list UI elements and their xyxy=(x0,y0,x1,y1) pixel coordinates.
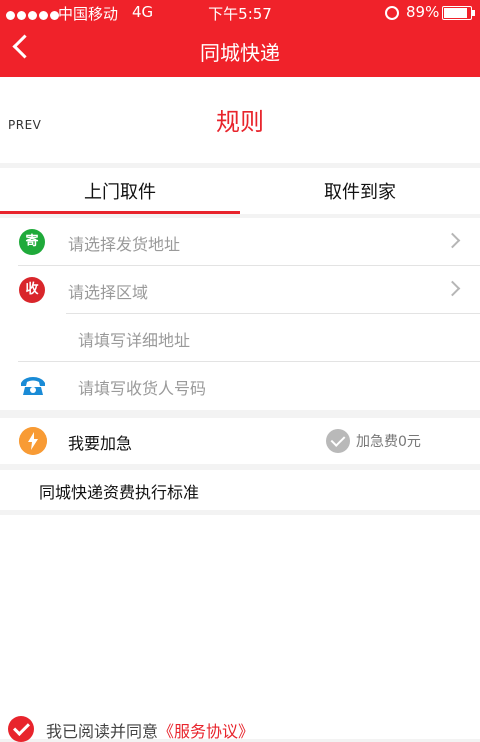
agreement-row: 我已阅读并同意《服务协议》 xyxy=(0,712,480,742)
receive-badge-icon: 收 xyxy=(19,277,45,303)
receiver-region-placeholder: 请选择区域 xyxy=(68,283,149,302)
service-agreement-link[interactable]: 《服务协议》 xyxy=(158,722,254,741)
chevron-right-icon xyxy=(444,232,461,249)
fee-standard-label: 同城快递资费执行标准 xyxy=(39,483,200,502)
urgent-checkbox[interactable] xyxy=(326,429,350,453)
content-area xyxy=(0,515,480,739)
tab-bar: 上门取件 取件到家 xyxy=(0,168,480,214)
battery-percentage: 89% xyxy=(406,3,440,21)
send-badge-icon: 寄 xyxy=(19,229,45,255)
agreement-text: 我已阅读并同意《服务协议》 xyxy=(46,718,254,742)
receiver-region-row[interactable]: 收 请选择区域 xyxy=(0,266,480,314)
receiver-phone-placeholder: 请填写收货人号码 xyxy=(78,379,207,398)
detail-address-placeholder: 请填写详细地址 xyxy=(78,331,191,350)
urgent-row: 我要加急 加急费0元 xyxy=(0,418,480,464)
rule-link[interactable]: 规则 xyxy=(0,102,480,137)
active-tab-indicator xyxy=(0,211,240,214)
rule-banner: PREV 规则 xyxy=(0,77,480,163)
tab-door-pickup[interactable]: 上门取件 xyxy=(0,178,240,204)
status-bar: 中国移动 4G 下午5:57 89% xyxy=(0,0,480,24)
lightning-icon xyxy=(19,427,47,455)
fee-standard-row[interactable]: 同城快递资费执行标准 xyxy=(0,470,480,510)
rotation-lock-icon xyxy=(385,6,399,20)
page-title: 同城快递 xyxy=(200,41,280,65)
sender-address-placeholder: 请选择发货地址 xyxy=(68,235,181,254)
agreement-prefix: 我已阅读并同意 xyxy=(46,722,159,741)
receiver-phone-field[interactable]: 请填写收货人号码 xyxy=(0,362,480,410)
address-form: 寄 请选择发货地址 收 请选择区域 请填写详细地址 请填写收货人号码 xyxy=(0,218,480,410)
chevron-right-icon xyxy=(444,280,461,297)
navigation-bar: 中国移动 4G 下午5:57 89% 同城快递 xyxy=(0,0,480,77)
sender-address-row[interactable]: 寄 请选择发货地址 xyxy=(0,218,480,266)
urgent-label: 我要加急 xyxy=(68,434,133,453)
tab-deliver-home[interactable]: 取件到家 xyxy=(240,178,480,204)
agreement-checkbox[interactable] xyxy=(8,716,34,742)
urgent-fee: 加急费0元 xyxy=(356,434,421,450)
telephone-icon xyxy=(21,377,45,395)
battery-icon xyxy=(442,6,475,20)
detail-address-field[interactable]: 请填写详细地址 xyxy=(0,314,480,362)
